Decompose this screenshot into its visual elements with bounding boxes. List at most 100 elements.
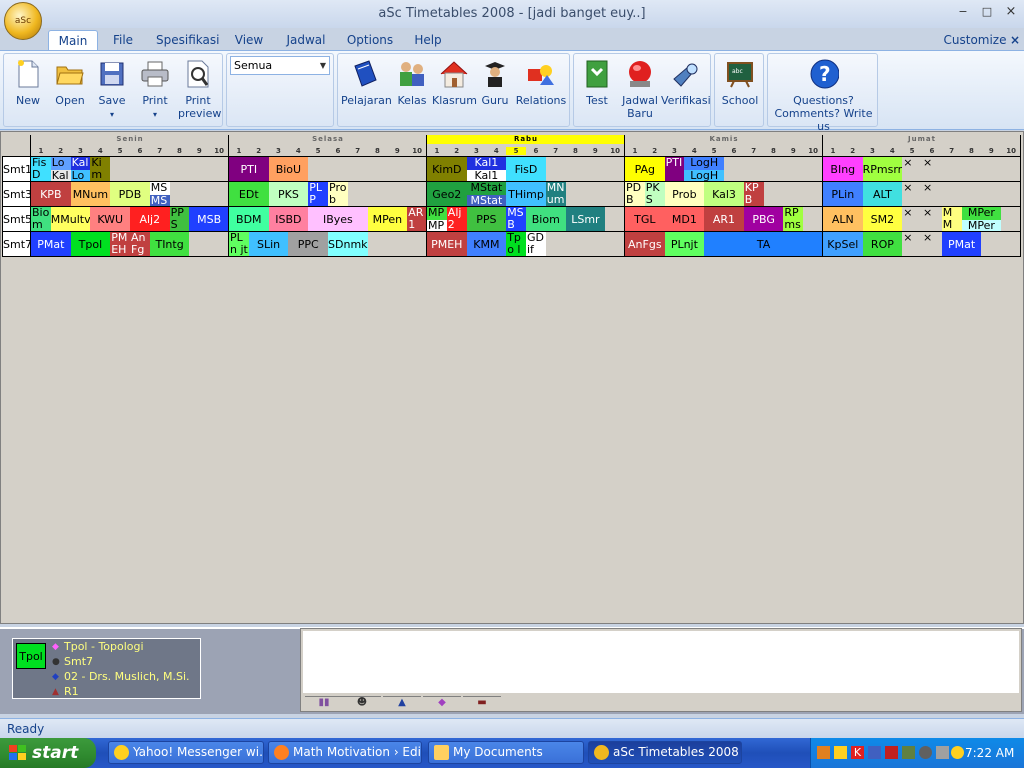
lesson-card[interactable]: PMat <box>941 232 982 257</box>
lesson-card[interactable]: TA <box>704 232 823 257</box>
lesson-card[interactable]: RP msr <box>783 207 804 232</box>
lesson-card[interactable]: × <box>902 232 922 257</box>
lesson-card[interactable]: PLn jt <box>229 232 249 257</box>
tab-icon-3[interactable]: ▲ <box>383 696 421 711</box>
print-preview-button[interactable]: Print preview <box>176 58 221 120</box>
questions-button[interactable]: ? Questions? Comments? Write us <box>770 58 877 133</box>
class-row-label[interactable]: Smt3 <box>2 182 32 207</box>
kelas-button[interactable]: Kelas <box>392 58 432 107</box>
tray-icon-1[interactable] <box>817 746 830 759</box>
tab-jadwal[interactable]: Jadwal <box>284 30 328 50</box>
lesson-card[interactable]: × <box>922 157 942 182</box>
ribbon-close-button[interactable]: × <box>1008 30 1022 50</box>
tab-icon-5[interactable]: ▬ <box>463 696 501 711</box>
lesson-card[interactable]: BDM <box>229 207 269 232</box>
tray-messenger-icon[interactable] <box>951 746 964 759</box>
lesson-card[interactable]: × <box>902 157 922 182</box>
lesson-card[interactable]: PDB <box>110 182 150 207</box>
filter-select[interactable]: Semua ▼ <box>230 56 330 75</box>
lesson-card[interactable]: RPmsrn <box>862 157 903 182</box>
lesson-card[interactable]: PPS <box>466 207 507 232</box>
lesson-card[interactable]: PK S <box>644 182 665 207</box>
test-button[interactable]: Test <box>577 58 617 107</box>
print-dropdown-arrow[interactable]: ▾ <box>153 110 157 119</box>
jadwal-baru-button[interactable]: Jadwal Baru <box>619 58 661 120</box>
lesson-card[interactable]: MSB <box>189 207 229 232</box>
lesson-card[interactable]: ISBD <box>268 207 309 232</box>
lesson-card[interactable]: PPS <box>169 207 190 232</box>
lesson-card[interactable]: Tpo l <box>506 232 526 257</box>
lesson-card[interactable]: ROP <box>862 232 903 257</box>
minimize-button[interactable]: − <box>954 5 972 19</box>
lesson-card[interactable]: MMultv <box>50 207 91 232</box>
lesson-card[interactable]: AnFgs <box>130 232 150 257</box>
task-firefox[interactable]: Math Motivation › Edi... <box>268 741 422 764</box>
lesson-card[interactable]: PMEH <box>427 232 467 257</box>
tray-shield-icon[interactable] <box>834 746 847 759</box>
app-orb-icon[interactable]: aSc <box>4 2 42 40</box>
print-button[interactable]: Print ▾ <box>134 58 176 121</box>
pelajaran-button[interactable]: Pelajaran <box>341 58 392 107</box>
lesson-card[interactable]: SDnmk <box>328 232 368 257</box>
lesson-card[interactable]: Alj2 <box>446 207 467 232</box>
lesson-card[interactable]: ALN <box>823 207 863 232</box>
tab-view[interactable]: View <box>232 30 266 50</box>
lesson-card[interactable]: FisD <box>506 157 546 182</box>
lesson-info-card[interactable]: Tpol <box>16 643 46 669</box>
lesson-card[interactable]: MNum <box>70 182 111 207</box>
lesson-card[interactable]: KimD <box>427 157 467 182</box>
lesson-card[interactable]: BioU <box>268 157 309 182</box>
lesson-card[interactable]: AR 1 <box>407 207 427 232</box>
lesson-card[interactable]: LogH <box>684 157 724 170</box>
lesson-card[interactable]: PLin <box>823 182 863 207</box>
lesson-card[interactable]: Log <box>50 157 71 170</box>
lesson-card[interactable]: PD B <box>625 182 645 207</box>
lesson-card[interactable]: Tpol <box>70 232 111 257</box>
lesson-card[interactable]: KPB <box>31 182 71 207</box>
tab-icon-4[interactable]: ◆ <box>423 696 461 711</box>
lesson-card[interactable]: IByes <box>308 207 368 232</box>
tab-main[interactable]: Main <box>48 30 98 50</box>
lesson-card[interactable]: MStat <box>466 182 507 195</box>
lesson-card[interactable]: THimp <box>506 182 546 207</box>
lesson-card[interactable]: × <box>902 182 922 207</box>
task-asc-timetables[interactable]: aSc Timetables 2008 ... <box>588 741 742 764</box>
lesson-card[interactable]: Bio m <box>31 207 51 232</box>
new-button[interactable]: New <box>8 58 48 107</box>
class-row-label[interactable]: Smt5 <box>2 207 32 232</box>
lesson-card[interactable]: Kal3 <box>704 182 744 207</box>
tab-help[interactable]: Help <box>412 30 444 50</box>
lesson-card[interactable]: PKS <box>268 182 309 207</box>
lesson-card[interactable]: GDif <box>526 232 546 257</box>
lesson-card[interactable]: AnFgs <box>625 232 665 257</box>
save-button[interactable]: Save ▾ <box>92 58 132 121</box>
save-dropdown-arrow[interactable]: ▾ <box>110 110 114 119</box>
lesson-card[interactable]: EDt <box>229 182 269 207</box>
tab-icon-2[interactable]: ☻ <box>343 696 381 711</box>
guru-button[interactable]: Guru <box>476 58 514 107</box>
lesson-card[interactable]: Geo2 <box>427 182 467 207</box>
tab-spesifikasi[interactable]: Spesifikasi <box>156 30 219 50</box>
tab-file[interactable]: File <box>108 30 138 50</box>
class-row-label[interactable]: Smt7 <box>2 232 32 257</box>
customize-menu[interactable]: Customize ▾ <box>940 30 1010 67</box>
lesson-card[interactable]: KpSel <box>823 232 863 257</box>
lesson-card[interactable]: × <box>922 207 942 232</box>
lesson-card[interactable]: KWU <box>90 207 130 232</box>
lesson-card[interactable]: TGL <box>625 207 665 232</box>
close-button[interactable]: × <box>1002 5 1020 19</box>
lesson-card[interactable]: MP <box>427 207 447 220</box>
lesson-card[interactable]: MD1 <box>664 207 705 232</box>
lesson-card[interactable]: MPer <box>961 207 1002 220</box>
lesson-card[interactable]: Fis D <box>31 157 51 182</box>
lesson-card[interactable]: Pro b <box>328 182 348 207</box>
tray-icon-8[interactable] <box>936 746 949 759</box>
lesson-card[interactable]: LSmr <box>565 207 606 232</box>
lesson-card[interactable]: PLnjt <box>664 232 705 257</box>
lesson-card[interactable]: PL P <box>308 182 328 207</box>
tray-icon-7[interactable] <box>919 746 932 759</box>
verifikasi-button[interactable]: Verifikasi <box>661 58 711 107</box>
tab-icon-1[interactable]: ▮▮ <box>305 696 343 711</box>
open-button[interactable]: Open <box>50 58 90 107</box>
lesson-card[interactable]: MS B <box>506 207 526 232</box>
